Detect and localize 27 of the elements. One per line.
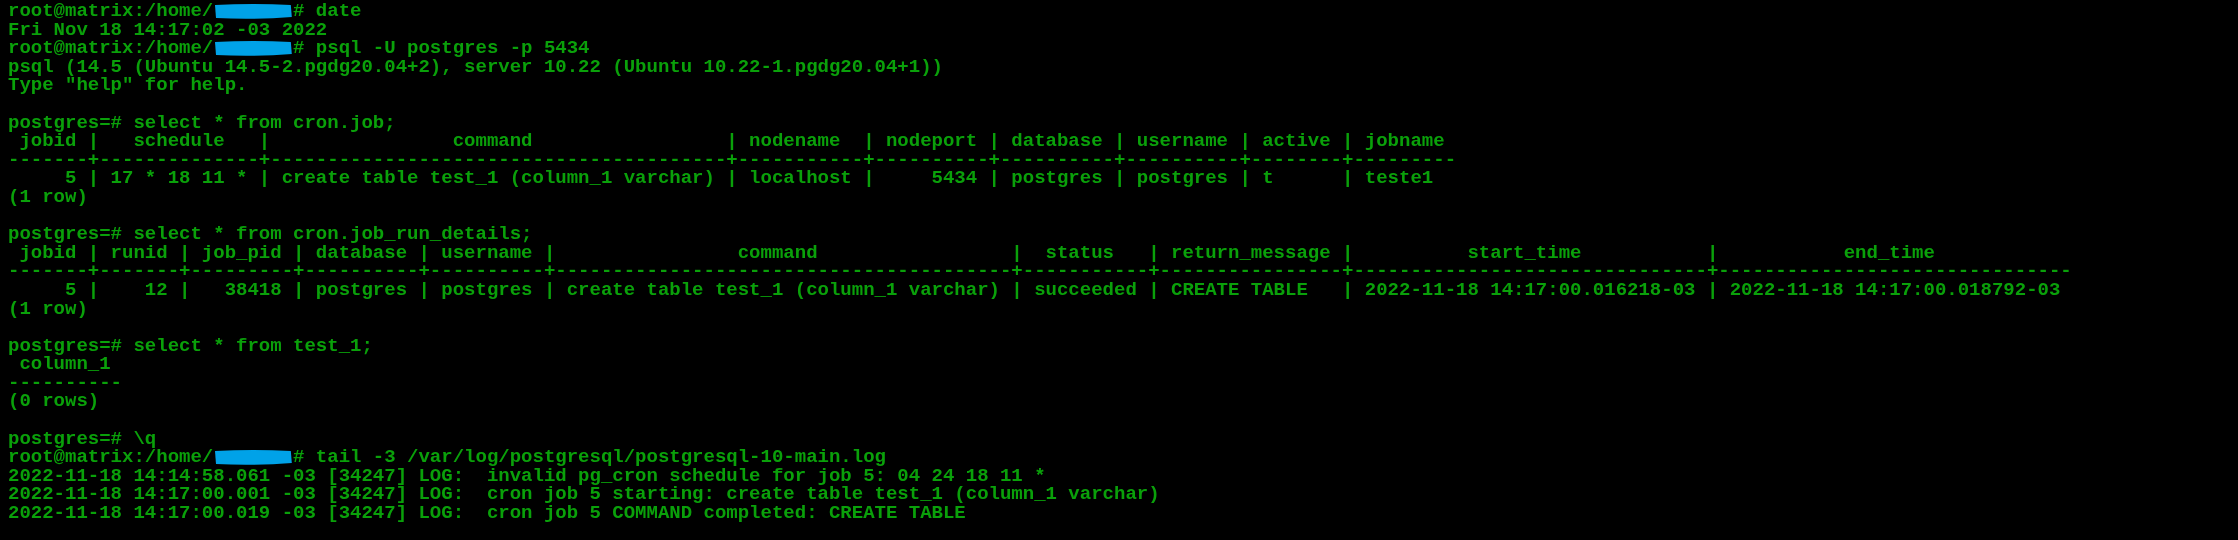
output-line: (0 rows): [8, 392, 100, 412]
prompt-text: root@matrix:/home/: [8, 448, 214, 467]
output-line: 5 | 12 | 38418 | postgres | postgres | create table test_1 (column_1 varchar) | succeeded | CREATE TABLE | 2022-11-18 14:17:00.016218-03 | 2022-11-18 14:17:00.018792-03: [64, 280, 2061, 300]
output-line: 2022-11-18 14:17:00.001 -03 [34247] LOG: cron job 5 starting: create table test_1 (column_1 varchar): [8, 485, 1160, 505]
output-line: postgres=# select * from cron.job_run_details;: [8, 225, 533, 244]
output-line: -------+--------------+----------------------------------------+-----------+----------+----------+----------+--------+---------: [8, 150, 1457, 170]
output-line: (1 row): [8, 299, 88, 319]
output-line: psql (14.5 (Ubuntu 14.5-2.pgdg20.04+2), server 10.22 (Ubuntu 10.22-1.pgdg20.04+1)): [8, 57, 943, 77]
command-text: # tail -3 /var/log/postgresql/postgresql-10-main.log: [293, 448, 886, 467]
output-line: 2022-11-18 14:17:00.019 -03 [34247] LOG: cron job 5 COMMAND completed: CREATE TABLE: [8, 504, 966, 523]
output-line: postgres=# select * from cron.job;: [8, 113, 396, 133]
output-line: postgres=# \q: [8, 429, 157, 449]
output-line: jobid | schedule | command | nodename | nodeport | database | username | active | jobname: [19, 132, 1445, 151]
output-line: Type "help" for help.: [8, 76, 248, 95]
prompt-text: root@matrix:/home/: [8, 2, 214, 21]
prompt-text: root@matrix:/home/: [8, 39, 214, 58]
output-line: jobid | runid | job_pid | database | username | command | status | return_message | start_time | end_time: [19, 243, 1935, 263]
output-line: 5 | 17 * 18 11 * | create table test_1 (column_1 varchar) | localhost | 5434 | postgres | postgres | t | teste1: [65, 169, 1434, 188]
output-line: (1 row): [8, 187, 88, 207]
output-line: -------+-------+---------+----------+----------+----------------------------------------+-----------+----------------+-------------------------------+-------------------------------: [8, 262, 2072, 281]
command-text: # date: [293, 2, 362, 21]
output-line: Fri Nov 18 14:17:02 -03 2022: [8, 20, 328, 40]
output-line: postgres=# select * from test_1;: [8, 336, 373, 356]
output-line: ----------: [8, 373, 123, 393]
command-text: # psql -U postgres -p 5434: [293, 39, 590, 58]
output-line: column_1: [19, 355, 111, 374]
output-line: 2022-11-18 14:14:58.061 -03 [34247] LOG: invalid pg_cron schedule for job 5: 04 24 18 11 *: [8, 466, 1046, 486]
